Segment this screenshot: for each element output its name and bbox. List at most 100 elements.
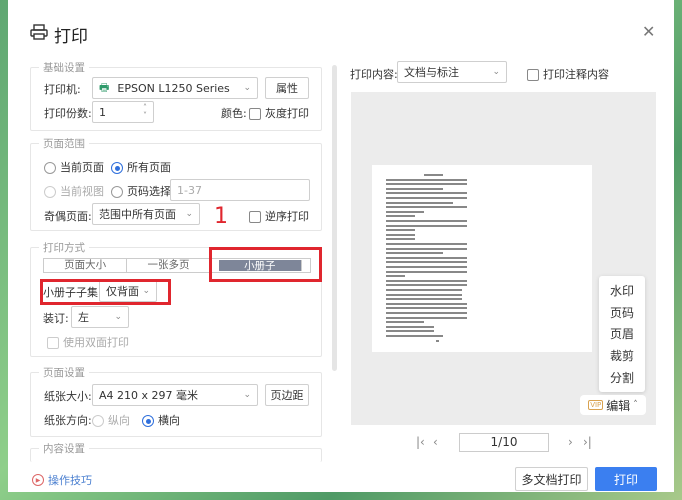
text-line	[424, 174, 443, 176]
text-line	[386, 238, 415, 241]
section-legend: 页面设置	[39, 365, 89, 380]
edit-menu: 水印 页码 页眉 裁剪 分割	[599, 276, 645, 392]
radio-current-view[interactable]: 当前视图	[44, 183, 104, 199]
duplex-label: 使用双面打印	[63, 336, 129, 349]
chevron-up-icon: ˄	[633, 400, 638, 410]
preview-page	[372, 165, 592, 352]
copies-stepper[interactable]: 1 ˄ ˅	[92, 101, 154, 123]
margins-button[interactable]: 页边距	[265, 384, 309, 406]
text-line	[386, 178, 467, 181]
printer-value: EPSON L1250 Series	[117, 81, 230, 95]
reverse-checkbox[interactable]: 逆序打印	[249, 208, 309, 224]
text-line	[386, 293, 462, 296]
text-line	[386, 192, 467, 195]
vip-badge: VIP	[588, 400, 604, 410]
print-button[interactable]: 打印	[595, 467, 657, 491]
text-line	[386, 279, 467, 282]
edit-button[interactable]: VIP 编辑 ˄	[580, 395, 646, 415]
first-page-icon[interactable]: |‹	[416, 435, 425, 449]
menu-watermark[interactable]: 水印	[610, 282, 634, 299]
printer-icon	[30, 24, 48, 45]
text-line	[386, 321, 424, 324]
tab-page-size[interactable]: 页面大小	[44, 259, 128, 272]
section-legend: 页面范围	[39, 136, 89, 151]
duplex-checkbox[interactable]: 使用双面打印	[47, 334, 129, 350]
properties-button[interactable]: 属性	[265, 77, 309, 99]
paper-size-select[interactable]: A4 210 x 297 毫米 ⌄	[92, 384, 258, 406]
text-line	[386, 206, 467, 209]
copies-label: 打印份数:	[44, 107, 92, 120]
print-content-select[interactable]: 文档与标注 ⌄	[397, 61, 507, 83]
stepper-arrows-icon[interactable]: ˄ ˅	[143, 104, 147, 120]
chevron-down-icon: ⌄	[114, 312, 122, 322]
radio-page-select[interactable]: 页码选择:	[111, 183, 175, 199]
tab-multi-page[interactable]: 一张多页	[127, 259, 211, 272]
scrollbar[interactable]	[332, 65, 337, 371]
printer-label: 打印机:	[44, 83, 81, 96]
content-settings-section: 内容设置	[30, 441, 322, 462]
radio-label: 所有页面	[127, 161, 171, 174]
print-comments-checkbox[interactable]: 打印注释内容	[527, 66, 609, 82]
text-line	[386, 224, 467, 227]
paper-size-value: A4 210 x 297 毫米	[99, 389, 199, 402]
section-legend: 内容设置	[39, 441, 89, 456]
radio-current-page[interactable]: 当前页面	[44, 159, 104, 175]
last-page-icon[interactable]: ›|	[583, 435, 592, 449]
radio-all-pages[interactable]: 所有页面	[111, 159, 171, 175]
menu-header[interactable]: 页眉	[610, 325, 634, 342]
text-line	[386, 302, 467, 305]
grayscale-checkbox[interactable]: 灰度打印	[249, 105, 309, 121]
odd-even-value: 范围中所有页面	[99, 208, 176, 221]
tips-label: 操作技巧	[48, 474, 92, 487]
dialog-title: 打印	[30, 22, 88, 47]
text-line	[386, 197, 467, 199]
print-content-label: 打印内容:	[350, 68, 398, 81]
text-line	[386, 330, 434, 333]
tips-link[interactable]: ▶ 操作技巧	[32, 472, 92, 488]
menu-page-number[interactable]: 页码	[610, 304, 634, 321]
text-line	[386, 289, 462, 291]
text-line	[436, 339, 439, 342]
highlight-box	[40, 279, 171, 305]
text-line	[386, 307, 467, 310]
multi-doc-print-button[interactable]: 多文档打印	[515, 467, 588, 491]
edit-label: 编辑	[606, 398, 631, 413]
text-line	[386, 210, 424, 213]
radio-landscape[interactable]: 横向	[142, 412, 180, 428]
text-line	[386, 252, 443, 255]
play-icon: ▶	[32, 474, 44, 486]
text-line	[386, 316, 467, 319]
binding-select[interactable]: 左 ⌄	[71, 306, 129, 328]
radio-portrait[interactable]: 纵向	[92, 412, 130, 428]
page-input[interactable]: 1/10	[459, 433, 549, 452]
odd-even-select[interactable]: 范围中所有页面 ⌄	[92, 203, 200, 225]
print-content-value: 文档与标注	[404, 66, 459, 79]
printer-icon: 🖶	[99, 80, 110, 94]
text-line	[386, 284, 467, 287]
menu-crop[interactable]: 裁剪	[610, 347, 634, 364]
print-comments-label: 打印注释内容	[543, 68, 609, 81]
radio-label: 当前视图	[60, 185, 104, 198]
chevron-down-icon: ⌄	[185, 209, 193, 219]
text-line	[386, 247, 467, 250]
radio-label: 纵向	[108, 414, 130, 427]
radio-label: 横向	[158, 414, 180, 427]
text-line	[386, 256, 467, 259]
text-line	[386, 243, 467, 245]
title-text: 打印	[54, 27, 88, 47]
printer-select[interactable]: 🖶 EPSON L1250 Series ⌄	[92, 77, 258, 99]
binding-label: 装订:	[43, 312, 69, 325]
menu-split[interactable]: 分割	[610, 369, 634, 386]
print-preview: 水印 页码 页眉 裁剪 分割 VIP 编辑 ˄	[351, 92, 656, 425]
text-line	[386, 270, 467, 273]
text-line	[386, 261, 467, 264]
prev-page-icon[interactable]: ‹	[433, 435, 438, 449]
next-page-icon[interactable]: ›	[568, 435, 573, 449]
odd-even-label: 奇偶页面:	[44, 210, 92, 223]
close-icon[interactable]: ✕	[642, 22, 655, 41]
text-line	[386, 187, 443, 190]
page-select-input[interactable]: 1-37	[170, 179, 310, 201]
chevron-down-icon: ⌄	[243, 390, 251, 400]
text-line	[386, 275, 405, 278]
section-legend: 打印方式	[39, 240, 89, 255]
